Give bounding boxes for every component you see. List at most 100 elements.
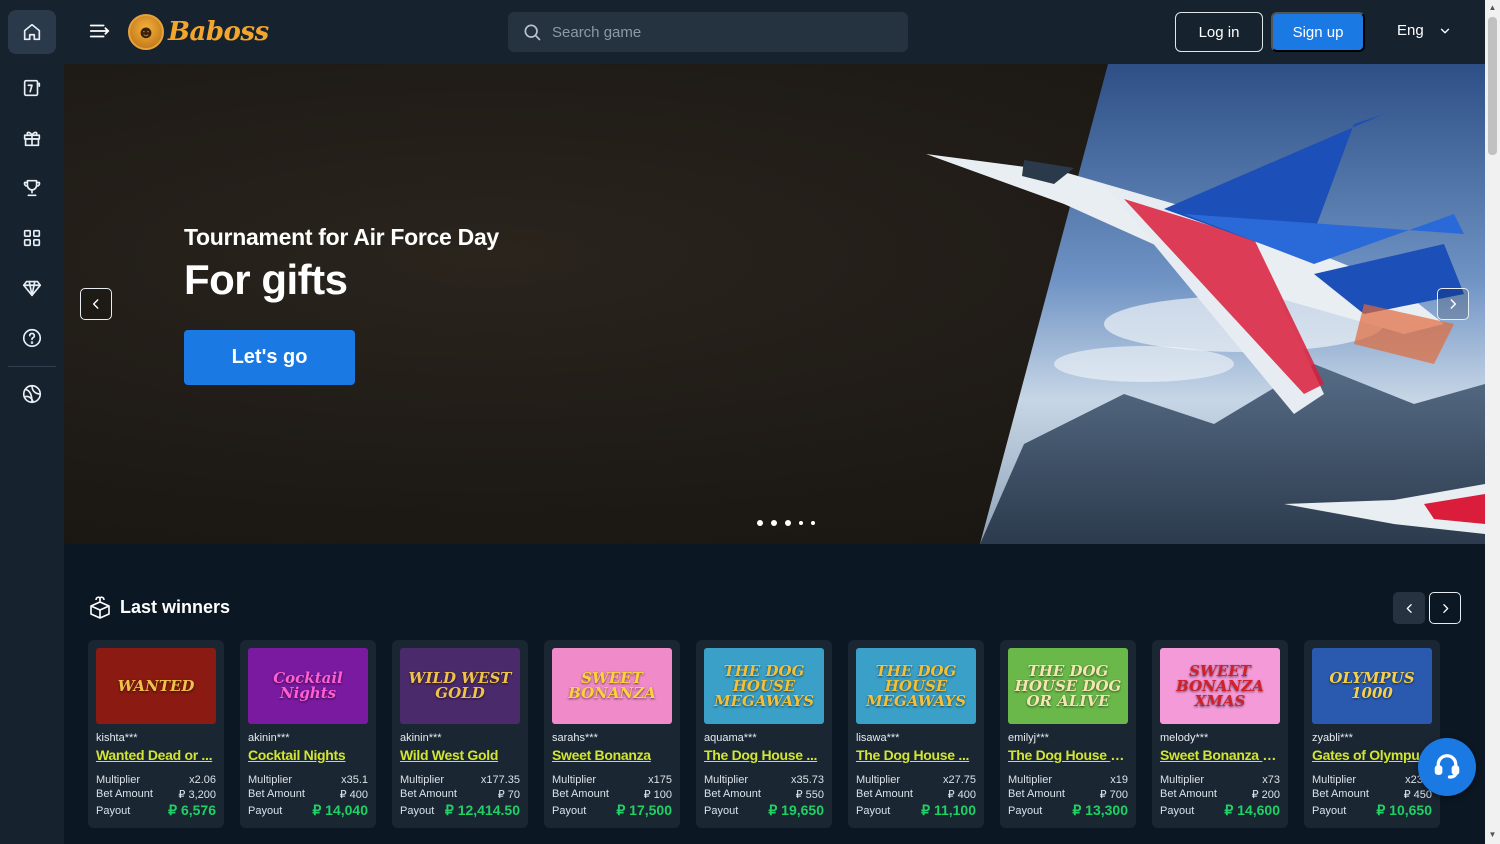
search-bar[interactable]	[508, 12, 908, 52]
banner-cta-button[interactable]: Let's go	[184, 330, 355, 385]
login-button[interactable]: Log in	[1175, 12, 1263, 52]
game-thumbnail[interactable]: THE DOG HOUSE MEGAWAYS	[856, 648, 976, 724]
payout-label: Payout	[1160, 804, 1195, 817]
game-link[interactable]: Sweet Bonanza X...	[1160, 747, 1282, 763]
game-thumbnail[interactable]: THE DOG HOUSE DOG OR ALIVE	[1008, 648, 1128, 724]
monkey-logo-icon: ☻	[128, 14, 164, 50]
menu-toggle-button[interactable]	[88, 20, 112, 44]
sidebar-item-tournaments[interactable]	[8, 166, 56, 210]
game-link[interactable]: The Dog House ...	[704, 747, 826, 763]
bet-value: ₽ 200	[1251, 789, 1280, 801]
game-link[interactable]: The Dog House ...	[856, 747, 978, 763]
game-thumbnail[interactable]: SWEET BONANZA XMAS	[1160, 648, 1280, 724]
multiplier-value: x2.06	[189, 774, 216, 786]
multiplier-row: Multiplier x23.1	[1312, 774, 1432, 786]
scroll-down-arrow[interactable]: ▼	[1488, 830, 1497, 840]
language-selector[interactable]: Eng	[1397, 22, 1452, 39]
game-link[interactable]: Gates of Olympus...	[1312, 747, 1434, 763]
search-input[interactable]	[552, 23, 892, 41]
winner-username: sarahs***	[552, 732, 598, 744]
bet-value: ₽ 100	[643, 789, 672, 801]
multiplier-value: x177.35	[480, 774, 520, 786]
game-thumbnail-title: THE DOG HOUSE DOG OR ALIVE	[1014, 661, 1122, 710]
payout-value: ₽ 11,100	[921, 802, 976, 818]
pagination-dot[interactable]	[785, 520, 791, 526]
promo-banner[interactable]: Tournament for Air Force Day For gifts L…	[64, 64, 1485, 544]
winner-card[interactable]: OLYMPUS 1000 zyabli*** Gates of Olympus...…	[1304, 640, 1440, 828]
winner-card[interactable]: WANTED kishta*** Wanted Dead or ... Multipl…	[88, 640, 224, 828]
multiplier-row: Multiplier x27.75	[856, 774, 976, 786]
multiplier-label: Multiplier	[96, 774, 141, 786]
game-thumbnail[interactable]: WANTED	[96, 648, 216, 724]
multiplier-value: x19	[1110, 774, 1128, 786]
bet-row: Bet Amount ₽ 700	[1008, 788, 1128, 801]
multiplier-value: x27.75	[942, 774, 976, 786]
winners-prev-button[interactable]	[1393, 592, 1425, 624]
winner-username: akinin***	[400, 732, 442, 744]
winner-card[interactable]: Cocktail Nights akinin*** Cocktail Nights M…	[240, 640, 376, 828]
game-link[interactable]: The Dog House D...	[1008, 747, 1130, 763]
game-link[interactable]: Wild West Gold	[400, 747, 522, 763]
multiplier-label: Multiplier	[704, 774, 749, 786]
game-thumbnail-title: OLYMPUS 1000	[1329, 669, 1415, 702]
winner-card[interactable]: THE DOG HOUSE DOG OR ALIVE emilyj*** The D…	[1000, 640, 1136, 828]
question-icon	[22, 328, 42, 348]
winners-title: Last winners	[120, 596, 231, 617]
game-thumbnail[interactable]: OLYMPUS 1000	[1312, 648, 1432, 724]
banner-next-button[interactable]	[1437, 288, 1469, 320]
fighter-jet-image	[926, 64, 1485, 544]
sidebar-item-help[interactable]	[8, 316, 56, 360]
banner-prev-button[interactable]	[80, 288, 112, 320]
game-thumbnail[interactable]: Cocktail Nights	[248, 648, 368, 724]
pagination-dot[interactable]	[757, 520, 763, 526]
signup-button[interactable]: Sign up	[1271, 12, 1365, 52]
payout-label: Payout	[704, 804, 739, 817]
chevron-right-icon	[1442, 603, 1448, 613]
multiplier-label: Multiplier	[1312, 774, 1357, 786]
multiplier-value: x175	[648, 774, 672, 786]
bet-label: Bet Amount	[704, 788, 761, 800]
game-link[interactable]: Sweet Bonanza	[552, 747, 674, 763]
live-chat-button[interactable]	[1418, 738, 1476, 796]
game-thumbnail[interactable]: THE DOG HOUSE MEGAWAYS	[704, 648, 824, 724]
pagination-dot[interactable]	[799, 521, 803, 525]
bet-label: Bet Amount	[248, 788, 305, 800]
bet-label: Bet Amount	[856, 788, 913, 800]
payout-value: ₽ 17,500	[616, 802, 672, 818]
multiplier-value: x35.73	[790, 774, 824, 786]
multiplier-value: x35.1	[341, 774, 368, 786]
bet-row: Bet Amount ₽ 400	[248, 788, 368, 801]
multiplier-row: Multiplier x73	[1160, 774, 1280, 786]
sidebar-item-sports[interactable]	[8, 66, 56, 110]
game-link[interactable]: Cocktail Nights	[248, 747, 370, 763]
top-header: ☻ Baboss Log in Sign up Eng	[64, 0, 1485, 64]
pagination-dot[interactable]	[771, 520, 777, 526]
winner-card[interactable]: SWEET BONANZA XMAS melody*** Sweet Bonanza…	[1152, 640, 1288, 828]
winners-next-button[interactable]	[1429, 592, 1461, 624]
winner-card[interactable]: WILD WEST GOLD akinin*** Wild West Gold Mul…	[392, 640, 528, 828]
brand-logo[interactable]: ☻ Baboss	[128, 12, 269, 52]
payout-label: Payout	[248, 804, 283, 817]
sidebar-item-home[interactable]	[8, 10, 56, 54]
sidebar-item-promotions[interactable]	[8, 116, 56, 160]
game-link[interactable]: Wanted Dead or ...	[96, 747, 218, 763]
sidebar-item-games[interactable]	[8, 216, 56, 260]
game-thumbnail[interactable]: WILD WEST GOLD	[400, 648, 520, 724]
chevron-right-icon	[1450, 299, 1457, 309]
game-thumbnail[interactable]: SWEET BONANZA	[552, 648, 672, 724]
gift-icon	[23, 131, 41, 147]
winner-username: melody***	[1160, 732, 1209, 744]
payout-value: ₽ 13,300	[1072, 802, 1128, 818]
winner-card[interactable]: THE DOG HOUSE MEGAWAYS lisawa*** The Dog H…	[848, 640, 984, 828]
scrollbar-thumb[interactable]	[1488, 17, 1497, 155]
page-scrollbar[interactable]: ▲ ▼	[1485, 0, 1500, 844]
sidebar-item-esports[interactable]	[8, 372, 56, 416]
language-label: Eng	[1397, 22, 1424, 39]
winner-card[interactable]: SWEET BONANZA sarahs*** Sweet Bonanza Multi…	[544, 640, 680, 828]
bet-row: Bet Amount ₽ 70	[400, 788, 520, 801]
scroll-up-arrow[interactable]: ▲	[1488, 3, 1497, 13]
game-thumbnail-title: WANTED	[117, 676, 195, 695]
pagination-dot[interactable]	[811, 521, 815, 525]
winner-card[interactable]: THE DOG HOUSE MEGAWAYS aquama*** The Dog H…	[696, 640, 832, 828]
sidebar-item-vip[interactable]	[8, 266, 56, 310]
